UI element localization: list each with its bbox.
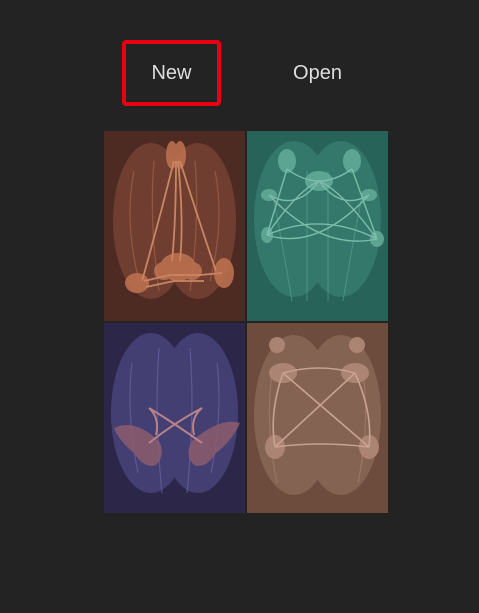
brain-tract-tan-icon: [254, 335, 381, 495]
tile-divider-horizontal: [104, 321, 388, 323]
template-tile-tan[interactable]: [247, 323, 388, 513]
template-gallery: [104, 131, 388, 513]
brain-tract-blue-icon: [111, 333, 240, 494]
template-tile-teal[interactable]: [247, 131, 388, 321]
open-button[interactable]: Open: [268, 40, 367, 106]
open-button-label: Open: [293, 61, 342, 84]
template-tile-blue[interactable]: [104, 323, 245, 513]
brain-tract-orange-icon: [113, 141, 236, 299]
template-tile-orange[interactable]: [104, 131, 245, 321]
new-button-label: New: [151, 61, 192, 84]
brain-tract-teal-icon: [254, 141, 384, 302]
new-button[interactable]: New: [122, 40, 221, 106]
